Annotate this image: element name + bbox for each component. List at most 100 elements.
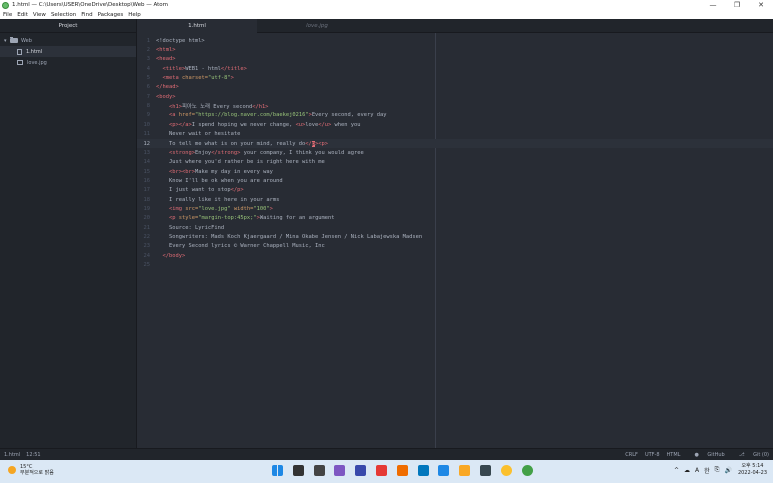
sidebar-header[interactable]: Project: [0, 19, 136, 33]
code-line[interactable]: 15 <br><br>Make my day in every way: [137, 167, 773, 176]
code-token: I just want to stop: [156, 187, 231, 194]
taskbar-app-icon[interactable]: [396, 465, 408, 476]
menu-file[interactable]: File: [3, 12, 12, 18]
menu-packages[interactable]: Packages: [98, 12, 124, 18]
menu-help[interactable]: Help: [128, 12, 141, 18]
code-line[interactable]: 9 <a href="https://blog.naver.com/baekej…: [137, 111, 773, 120]
tree-file-1-html[interactable]: 1.html: [0, 46, 136, 57]
menu-view[interactable]: View: [33, 12, 46, 18]
code-text: To tell me what is on your mind, really …: [156, 140, 328, 147]
code-text: <meta charset="utf-8">: [156, 75, 234, 81]
taskbar-app-icon[interactable]: [459, 465, 471, 476]
line-number: 3: [146, 56, 150, 63]
code-text: <img src="love.jpg" width="100">: [156, 206, 273, 212]
code-line[interactable]: 20 <p style="margin-top:45px;">Waiting f…: [137, 214, 773, 223]
line-number: 13: [143, 149, 151, 156]
code-line[interactable]: 3 <head>: [137, 55, 773, 64]
code-editor[interactable]: 1 <!doctype html> 2 <html> 3 <head> 4 <title>W…: [137, 33, 773, 448]
line-number: 1: [146, 37, 150, 44]
code-text: Never wait or hesitate: [156, 131, 240, 137]
taskbar-app-icon[interactable]: [355, 465, 367, 476]
code-line[interactable]: 11 Never wait or hesitate: [137, 130, 773, 139]
code-text: <head>: [156, 56, 175, 62]
code-line[interactable]: 7 <body>: [137, 92, 773, 101]
status-bar: 1.html 12:51 CRLF UTF-8 HTML ● GitHub ⎇ …: [0, 448, 773, 460]
line-number: 10: [143, 121, 151, 128]
code-token: src=: [185, 205, 199, 212]
display-icon[interactable]: ⎘: [715, 466, 720, 474]
code-line[interactable]: 4 <title>WEB1 - html</title>: [137, 64, 773, 73]
ime-mode-icon[interactable]: A: [695, 467, 699, 474]
code-line[interactable]: 19 <img src="love.jpg" width="100">: [137, 204, 773, 213]
status-line-ending[interactable]: CRLF: [625, 452, 638, 458]
code-text: Know I'll be ok when you are around: [156, 178, 283, 184]
code-line[interactable]: 23 Every Second lyrics © Warner Chappell…: [137, 242, 773, 251]
code-line[interactable]: 25: [137, 260, 773, 269]
minimize-button[interactable]: —: [701, 0, 725, 10]
taskbar-app-icon[interactable]: [417, 465, 429, 476]
cloud-icon[interactable]: ☁: [684, 467, 690, 474]
taskbar-app-icon[interactable]: [313, 465, 325, 476]
code-line[interactable]: 8 <h1>피아노 노래 Every second</h1>: [137, 101, 773, 110]
close-button[interactable]: ✕: [749, 0, 773, 10]
status-cursor-position[interactable]: 12:51: [26, 452, 40, 458]
tab-love-jpg[interactable]: love.jpg: [257, 19, 377, 33]
code-line[interactable]: 13 <strong>Enjoy</strong> your company, …: [137, 148, 773, 157]
code-line[interactable]: 24 </body>: [137, 251, 773, 260]
code-line[interactable]: 6 </head>: [137, 83, 773, 92]
code-line[interactable]: 22 Songwriters: Mads Koch Kjaergaard / M…: [137, 232, 773, 241]
github-label: GitHub: [707, 451, 725, 458]
weather-widget[interactable]: 15°C 부분적으로 맑음: [8, 464, 54, 476]
code-line[interactable]: 16 Know I'll be ok when you are around: [137, 176, 773, 185]
taskbar-app-icon[interactable]: [500, 465, 512, 476]
code-token: </h1>: [252, 104, 269, 111]
code-line[interactable]: 17 I just want to stop</p>: [137, 186, 773, 195]
taskbar-app-icon[interactable]: [438, 465, 450, 476]
file-label: 1.html: [26, 48, 43, 55]
taskbar-app-icon[interactable]: [521, 465, 533, 476]
code-token: Source: LyricFind: [156, 224, 225, 231]
github-icon: ●: [694, 451, 699, 458]
windows-taskbar: 15°C 부분적으로 맑음 ^ ☁ A 한 ⎘ 🔊 오후 5:14 2022-0…: [0, 460, 773, 483]
status-grammar[interactable]: HTML: [667, 452, 681, 458]
taskbar-app-icon[interactable]: [479, 465, 491, 476]
tree-file-love-jpg[interactable]: love.jpg: [0, 57, 136, 68]
code-line[interactable]: 1 <!doctype html>: [137, 36, 773, 45]
code-token: </p>: [230, 187, 244, 194]
code-token: Never wait or hesitate: [156, 131, 241, 138]
code-line[interactable]: 5 <meta charset="utf-8">: [137, 73, 773, 82]
tray-overflow-icon[interactable]: ^: [674, 467, 679, 474]
code-line[interactable]: 21 Source: LyricFind: [137, 223, 773, 232]
taskbar-app-icon[interactable]: [375, 465, 387, 476]
tree-folder-web[interactable]: ▾ Web: [0, 35, 136, 46]
tab-1-html[interactable]: 1.html: [137, 19, 257, 33]
taskbar-app-icon[interactable]: [292, 465, 304, 476]
taskbar-clock[interactable]: 오후 5:14 2022-04-23: [738, 463, 767, 477]
taskbar-app-icon[interactable]: [334, 465, 346, 476]
status-file-name[interactable]: 1.html: [4, 452, 20, 458]
code-line[interactable]: 12 To tell me what is on your mind, real…: [137, 138, 773, 149]
code-line[interactable]: 14 Just where you'd rather be is right h…: [137, 158, 773, 167]
code-token: "https://blog.naver.com/baekej0216": [194, 112, 309, 119]
code-token: I really like it here in your arms: [156, 196, 280, 203]
code-line[interactable]: 10 <p></a>I spend hoping we never change…: [137, 120, 773, 129]
language-icon[interactable]: 한: [704, 466, 710, 475]
code-line[interactable]: 2 <html>: [137, 45, 773, 54]
menu-edit[interactable]: Edit: [17, 12, 28, 18]
code-token: charset=: [181, 75, 208, 82]
maximize-button[interactable]: ❐: [725, 0, 749, 10]
taskbar-app-icon[interactable]: [272, 465, 283, 476]
status-github[interactable]: ● GitHub: [687, 452, 724, 458]
file-icon: [17, 48, 22, 55]
code-line[interactable]: 18 I really like it here in your arms: [137, 195, 773, 204]
menu-selection[interactable]: Selection: [51, 12, 76, 18]
status-encoding[interactable]: UTF-8: [645, 452, 660, 458]
volume-icon[interactable]: 🔊: [724, 467, 731, 474]
code-token: width=: [230, 205, 254, 212]
menu-find[interactable]: Find: [81, 12, 92, 18]
status-git[interactable]: ⎇ Git (0): [732, 452, 769, 458]
